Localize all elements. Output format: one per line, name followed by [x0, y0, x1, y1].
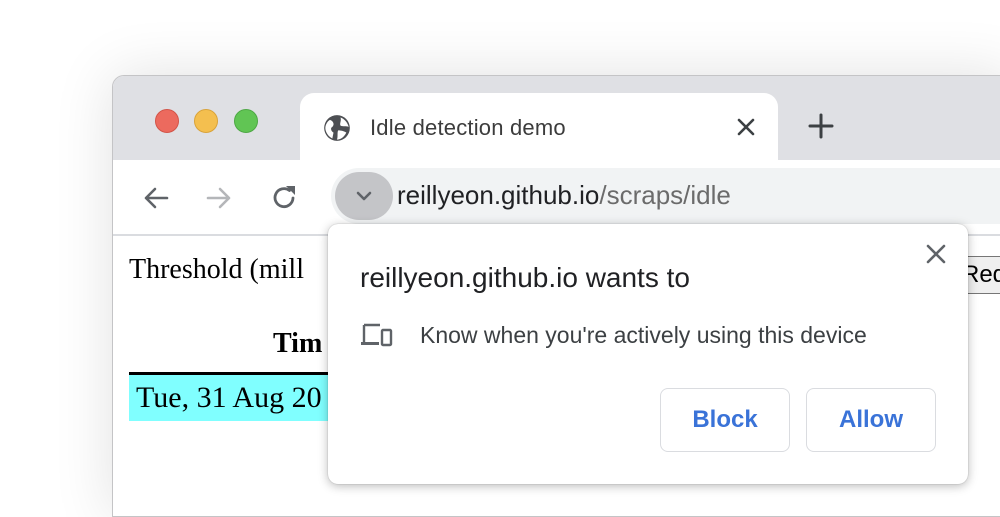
prompt-title: reillyeon.github.io wants to — [360, 262, 690, 293]
tab-title: Idle detection demo — [370, 115, 566, 140]
table-cell-time: Tue, 31 Aug 20 — [136, 381, 322, 414]
threshold-label: Threshold (mill — [129, 254, 304, 285]
address-bar[interactable]: reillyeon.github.io/scraps/idle — [331, 168, 1000, 224]
block-button[interactable]: Block — [660, 388, 790, 452]
close-icon[interactable] — [734, 115, 758, 139]
globe-icon — [324, 115, 350, 141]
chevron-down-icon — [356, 191, 372, 201]
permission-chip[interactable] — [335, 172, 393, 220]
allow-button[interactable]: Allow — [806, 388, 936, 452]
permission-description: Know when you're actively using this dev… — [420, 322, 867, 348]
devices-icon — [361, 323, 393, 347]
plus-icon[interactable] — [807, 112, 835, 140]
arrow-left-icon[interactable] — [140, 182, 172, 214]
tab-strip: Idle detection demo — [113, 76, 1000, 161]
table-header-time: Tim — [273, 328, 323, 359]
tab-idle-detection-demo[interactable]: Idle detection demo — [300, 93, 778, 161]
close-icon[interactable] — [924, 242, 948, 266]
window-close-button[interactable] — [155, 109, 179, 133]
url-path: /scraps/idle — [599, 180, 731, 210]
url-text[interactable]: reillyeon.github.io/scraps/idle — [397, 180, 731, 211]
reload-icon[interactable] — [268, 182, 300, 214]
url-host: reillyeon.github.io — [397, 180, 600, 210]
permission-prompt: reillyeon.github.io wants to Know when y… — [328, 224, 968, 484]
window-zoom-button[interactable] — [234, 109, 258, 133]
arrow-right-icon[interactable] — [203, 182, 235, 214]
window-minimize-button[interactable] — [194, 109, 218, 133]
